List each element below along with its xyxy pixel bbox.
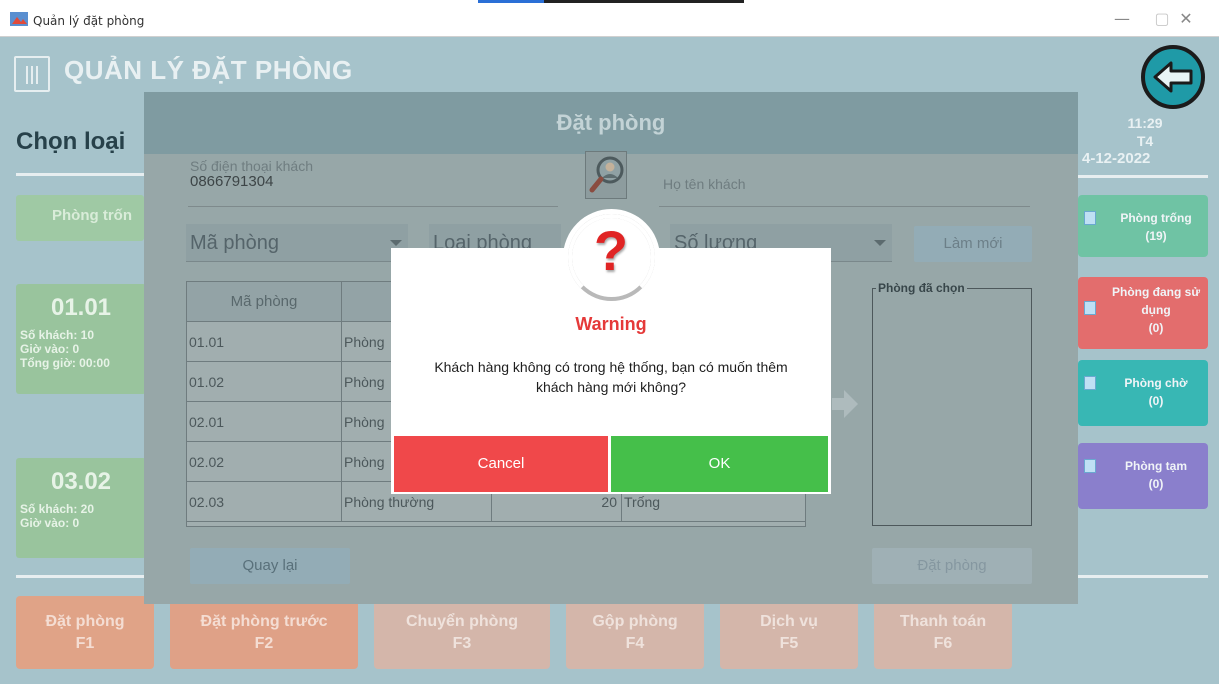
room-card-0101[interactable]: 01.01 Số khách: 10 Giờ vào: 0 Tổng giờ: … <box>16 284 146 394</box>
function-button-prebook[interactable]: Đặt phòng trước F2 <box>170 596 358 669</box>
room-code-combo[interactable]: Mã phòng <box>186 224 408 262</box>
room-code: 01.01 <box>50 294 112 321</box>
cancel-button[interactable]: Cancel <box>394 436 608 492</box>
close-button[interactable]: ✕ <box>1166 6 1206 32</box>
room-checkin: Giờ vào: 0 <box>20 516 80 530</box>
search-user-icon <box>589 156 624 193</box>
window-accent-line-blue <box>478 0 544 3</box>
phone-input[interactable]: 0866791304 <box>190 173 273 190</box>
legend-count: (0) <box>1148 321 1164 335</box>
window-title: Quản lý đặt phòng <box>33 14 145 28</box>
filter-empty-rooms-button[interactable]: Phòng trốn <box>16 195 144 241</box>
name-underline <box>659 206 1030 207</box>
divider-top <box>16 173 144 176</box>
clock-time: 11:29 <box>1127 115 1163 131</box>
legend-waiting[interactable]: Phòng chờ (0) <box>1078 360 1208 426</box>
room-guests: Số khách: 10 <box>20 328 95 342</box>
arrow-left-icon <box>1153 61 1193 93</box>
legend-label: Phòng chờ <box>1124 376 1188 390</box>
function-button-merge[interactable]: Gộp phòng F4 <box>566 596 704 669</box>
phone-underline <box>188 206 558 207</box>
booking-dialog-title: Đặt phòng <box>144 92 1078 154</box>
divider-bottom <box>16 575 144 578</box>
arrow-right-icon <box>832 390 858 418</box>
legend-count: (19) <box>1145 229 1167 243</box>
room-status-icon <box>1084 211 1096 225</box>
room-checkin: Giờ vào: 0 <box>20 342 80 356</box>
minimize-button[interactable]: — <box>1102 6 1142 32</box>
search-customer-button[interactable] <box>585 151 627 199</box>
customer-name-input[interactable]: Họ tên khách <box>663 176 746 192</box>
chosen-rooms-box <box>872 288 1032 526</box>
room-guests: Số khách: 20 <box>20 502 95 516</box>
clock-date: 4-12-2022 <box>1082 150 1151 167</box>
divider-top-right <box>1078 175 1208 178</box>
app-title: QUẢN LÝ ĐẶT PHÒNG <box>64 55 353 85</box>
room-status-icon <box>1084 376 1096 390</box>
refresh-button[interactable]: Làm mới <box>914 226 1032 262</box>
back-button[interactable] <box>1141 45 1205 109</box>
window-titlebar: Quản lý đặt phòng — ▢ ✕ <box>0 0 1219 37</box>
app-icon <box>10 12 28 26</box>
legend-empty[interactable]: Phòng trống (19) <box>1078 195 1208 257</box>
divider-bottom-right <box>1078 575 1208 578</box>
menu-button[interactable] <box>14 56 50 92</box>
chevron-down-icon <box>874 240 886 246</box>
function-button-services[interactable]: Dịch vụ F5 <box>720 596 858 669</box>
room-status-icon <box>1084 301 1096 315</box>
chevron-down-icon <box>390 240 402 246</box>
section-title: Chọn loại <box>16 128 126 155</box>
legend-label: Phòng trống <box>1120 211 1192 225</box>
back-to-list-button[interactable]: Quay lại <box>190 548 350 584</box>
column-header-code[interactable]: Mã phòng <box>187 282 341 322</box>
legend-temporary[interactable]: Phòng tạm (0) <box>1078 443 1208 509</box>
chosen-rooms-title: Phòng đã chọn <box>876 281 967 295</box>
function-button-payment[interactable]: Thanh toán F6 <box>874 596 1012 669</box>
clock: 11:29 T4 4-12-2022 <box>1080 114 1210 168</box>
ok-button[interactable]: OK <box>611 436 828 492</box>
room-hours: Tổng giờ: 00:00 <box>20 356 110 370</box>
room-status-icon <box>1084 459 1096 473</box>
function-button-transfer[interactable]: Chuyển phòng F3 <box>374 596 550 669</box>
add-room-button[interactable] <box>828 386 860 422</box>
question-icon: ? <box>593 219 629 282</box>
warning-message: Khách hàng không có trong hệ thống, bạn … <box>434 359 788 395</box>
room-card-0302[interactable]: 03.02 Số khách: 20 Giờ vào: 0 <box>16 458 146 558</box>
phone-label: Số điện thoại khách <box>190 158 313 174</box>
legend-in-use[interactable]: Phòng đang sử dụng (0) <box>1078 277 1208 349</box>
legend-label: Phòng tạm <box>1125 459 1187 473</box>
warning-title: Warning <box>575 314 647 334</box>
legend-count: (0) <box>1148 394 1164 408</box>
clock-weekday: T4 <box>1136 133 1154 149</box>
confirm-booking-button[interactable]: Đặt phòng <box>872 548 1032 584</box>
legend-label: Phòng đang sử dụng <box>1111 285 1201 317</box>
function-button-book[interactable]: Đặt phòng F1 <box>16 596 154 669</box>
legend-count: (0) <box>1148 477 1164 491</box>
room-code: 03.02 <box>50 468 112 495</box>
